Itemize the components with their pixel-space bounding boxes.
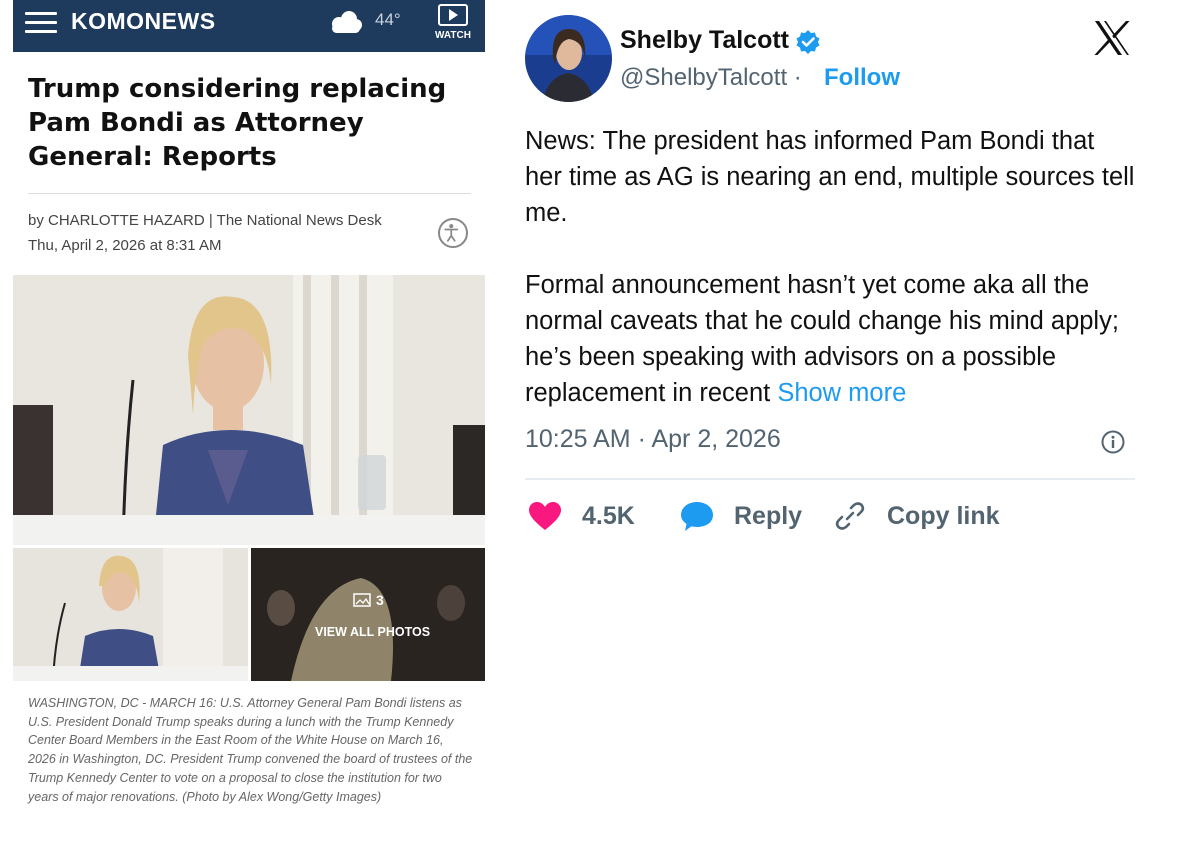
heart-icon: [529, 502, 561, 530]
watch-label: WATCH: [435, 30, 471, 41]
display-name[interactable]: Shelby Talcott: [620, 26, 789, 55]
info-icon[interactable]: [1101, 430, 1125, 454]
avatar[interactable]: [525, 15, 612, 102]
reply-bubble-icon: [681, 502, 713, 531]
handle[interactable]: @ShelbyTalcott ·: [620, 64, 802, 92]
site-header: KOMONEWS 44° WATCH: [13, 0, 485, 52]
photo-count: 3: [376, 592, 384, 608]
temperature: 44°: [375, 10, 401, 29]
gallery-thumbnail-1[interactable]: [13, 548, 248, 681]
divider: [28, 193, 471, 194]
accessibility-icon[interactable]: [438, 218, 468, 248]
photo-caption: WASHINGTON, DC - MARCH 16: U.S. Attorney…: [28, 696, 473, 804]
article-headline: Trump considering replacing Pam Bondi as…: [28, 74, 447, 172]
article-byline: by CHARLOTTE HAZARD | The National News …: [28, 212, 382, 229]
copy-link-label: Copy link: [887, 501, 1000, 530]
copy-link-button[interactable]: Copy link: [833, 498, 1000, 534]
hamburger-menu-icon[interactable]: [25, 12, 57, 34]
show-more-link[interactable]: Show more: [777, 379, 906, 407]
tweet-text-paragraph-2: Formal announcement hasn’t yet come aka …: [525, 267, 1135, 411]
article-date: Thu, April 2, 2026 at 8:31 AM: [28, 237, 222, 254]
separator: ·: [793, 64, 802, 91]
tweet-text-paragraph-1: News: The president has informed Pam Bon…: [525, 127, 1135, 227]
watch-button[interactable]: WATCH: [427, 4, 479, 48]
like-count: 4.5K: [582, 501, 635, 530]
link-icon: [835, 502, 865, 530]
tweet-timestamp[interactable]: 10:25 AM · Apr 2, 2026: [525, 425, 781, 454]
reply-label: Reply: [734, 501, 803, 530]
play-icon: [438, 4, 468, 26]
gallery-thumbnail-2[interactable]: [251, 548, 485, 681]
news-article-panel: KOMONEWS 44° WATCH Trump considering rep…: [13, 0, 485, 845]
tweet-panel: Shelby Talcott @ShelbyTalcott · Follow N…: [500, 0, 1160, 845]
like-button[interactable]: 4.5K: [528, 498, 635, 534]
follow-button[interactable]: Follow: [824, 64, 900, 92]
view-all-photos-link[interactable]: VIEW ALL PHOTOS: [315, 625, 430, 639]
cloud-icon: [332, 11, 362, 33]
verified-badge-icon: [796, 30, 820, 54]
x-logo-icon[interactable]: [1092, 18, 1132, 58]
handle-text: @ShelbyTalcott: [620, 64, 788, 91]
article-hero-photo[interactable]: [13, 275, 485, 545]
image-icon: [353, 593, 371, 607]
reply-button[interactable]: Reply: [680, 498, 802, 534]
site-logo[interactable]: KOMONEWS: [71, 8, 216, 35]
divider: [525, 478, 1135, 480]
